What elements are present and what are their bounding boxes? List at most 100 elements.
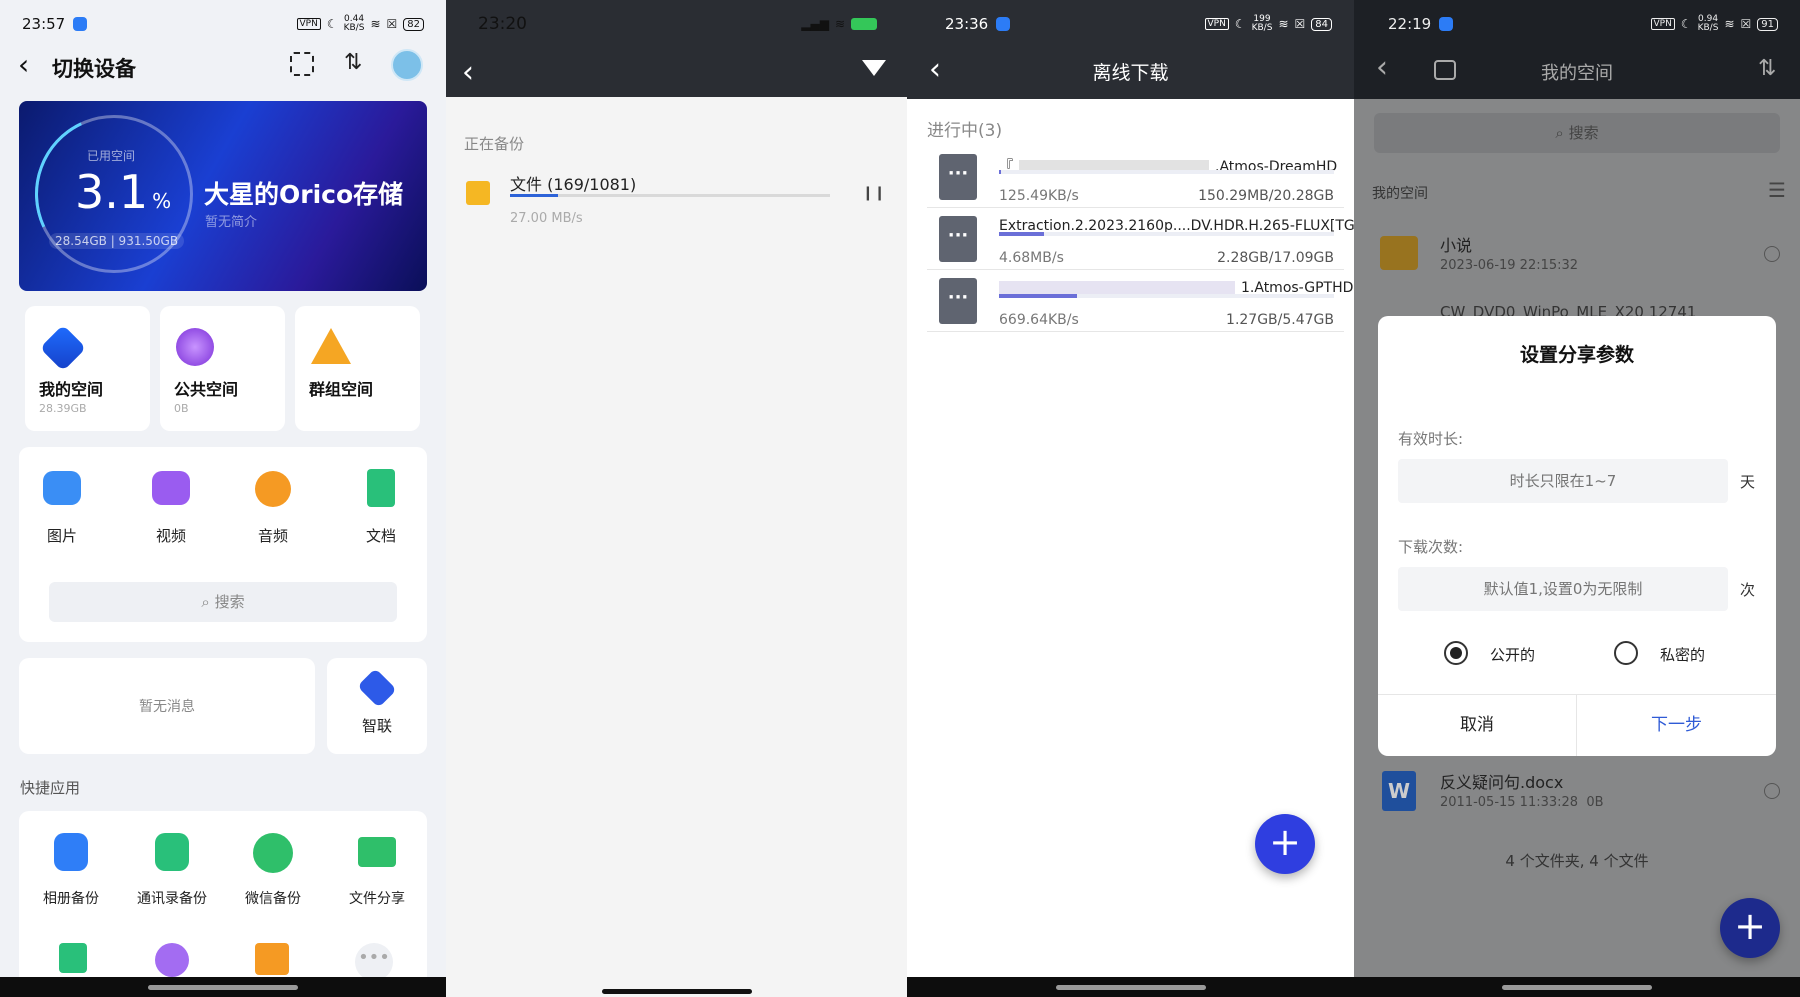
- photos-label: 图片: [46, 527, 77, 545]
- public-radio[interactable]: [1444, 641, 1468, 665]
- folder-name: 小说: [1440, 236, 1473, 255]
- sim-icon: ☒: [1740, 17, 1752, 31]
- documents-label: 文档: [365, 527, 396, 545]
- download-speed: 125.49KB/s: [999, 188, 1079, 204]
- clean-icon[interactable]: [155, 943, 189, 977]
- list-item[interactable]: 小说 2023-06-19 22:15:32: [1354, 222, 1800, 288]
- documents-icon[interactable]: [367, 469, 395, 507]
- back-icon[interactable]: ‹: [462, 55, 474, 90]
- zhilian-card[interactable]: 智联: [327, 658, 427, 754]
- avatar[interactable]: [391, 49, 423, 81]
- wifi-icon: ≋: [834, 17, 845, 31]
- zhilian-icon: [357, 668, 397, 708]
- moon-icon: ☾: [326, 17, 338, 31]
- net-speed: 0.94 KB/S: [1697, 14, 1719, 33]
- vpn-badge: VPN: [1650, 18, 1675, 30]
- public-space-card[interactable]: 公共空间 0B: [160, 306, 285, 431]
- contacts-backup-icon[interactable]: [155, 833, 189, 871]
- phone-backup-screen: 23:20 ▂▄▆ ≋ ‹ 正在备份 文件 (169/1081) ❙❙ 27.0…: [446, 0, 907, 997]
- sort-icon[interactable]: ⇅: [1758, 56, 1776, 81]
- search-placeholder: 搜索: [214, 593, 245, 611]
- file-share-icon[interactable]: [358, 837, 396, 867]
- select-radio[interactable]: [1764, 783, 1780, 799]
- section-in-progress: 进行中(3): [927, 121, 1003, 141]
- download-icon[interactable]: [255, 943, 289, 975]
- video-icon[interactable]: [152, 471, 190, 505]
- wechat-backup-icon[interactable]: [253, 833, 293, 873]
- storage-banner[interactable]: 已用空间 3.1% 28.54GB | 931.50GB 大星的Orico存储 …: [12, 92, 427, 296]
- sim-icon: ☒: [1294, 17, 1306, 31]
- net-speed: 0.44 KB/S: [343, 14, 365, 33]
- search-bar[interactable]: ⌕ 搜索: [1374, 113, 1780, 153]
- contacts-backup-label: 通讯录备份: [137, 891, 207, 907]
- phone-my-space-screen: 22:19 VPN ☾ 0.94 KB/S ≋ ☒ 91 ‹ 我的空间 ⇅ ⌕ 搜…: [1354, 0, 1800, 997]
- cancel-button[interactable]: 取消: [1378, 694, 1576, 756]
- download-item[interactable]: ··· 『.Atmos-DreamHD 125.49KB/s 150.29MB/…: [927, 146, 1344, 208]
- status-bar: 22:19 VPN ☾ 0.94 KB/S ≋ ☒ 91: [1354, 0, 1800, 48]
- page-title: 我的空间: [1541, 63, 1613, 84]
- file-icon: ···: [939, 216, 977, 262]
- status-time: 23:20: [478, 14, 527, 34]
- album-backup-icon[interactable]: [54, 833, 88, 871]
- add-button[interactable]: +: [1720, 898, 1780, 958]
- doc-name: 反义疑问句.docx: [1440, 773, 1564, 792]
- capacity-text: 28.54GB | 931.50GB: [49, 233, 185, 249]
- quick-apps-panel: 相册备份 通讯录备份 微信备份 文件分享 •••: [19, 811, 427, 997]
- breadcrumb[interactable]: 我的空间: [1372, 183, 1428, 203]
- doc-meta: 2011-05-15 11:33:28 0B: [1440, 795, 1604, 810]
- download-size: 150.29MB/20.28GB: [1198, 188, 1334, 204]
- section-backing-up: 正在备份: [464, 135, 525, 153]
- moon-icon: ☾: [1680, 17, 1692, 31]
- my-space-icon: [39, 324, 87, 372]
- used-space-label: 已用空间: [87, 149, 136, 163]
- download-count-input[interactable]: [1398, 567, 1728, 611]
- group-space-card[interactable]: 群组空间: [295, 306, 420, 431]
- duration-input[interactable]: [1398, 459, 1728, 503]
- home-indicator: [446, 977, 907, 997]
- folder-date: 2023-06-19 22:15:32: [1440, 258, 1579, 273]
- home-indicator: [907, 977, 1354, 997]
- sort-icon[interactable]: ⇅: [344, 50, 362, 75]
- wifi-icon: ≋: [370, 17, 381, 31]
- app-lock-icon[interactable]: [59, 943, 87, 973]
- home-indicator: [0, 977, 446, 997]
- message-card[interactable]: 暂无消息: [19, 658, 315, 754]
- album-backup-label: 相册备份: [43, 891, 99, 907]
- pause-icon[interactable]: ❙❙: [862, 185, 885, 201]
- download-item[interactable]: ··· 1.Atmos-GPTHD 669.64KB/s 1.27GB/5.47…: [927, 270, 1353, 332]
- duration-label: 有效时长:: [1398, 430, 1464, 448]
- filter-icon[interactable]: [862, 60, 886, 76]
- public-space-label: 公共空间: [174, 380, 239, 399]
- search-bar[interactable]: ⌕ 搜索: [49, 582, 397, 622]
- my-space-card[interactable]: 我的空间 28.39GB: [25, 306, 150, 431]
- list-view-icon[interactable]: ☰: [1768, 178, 1786, 202]
- download-progress: [999, 170, 1334, 174]
- add-download-button[interactable]: +: [1255, 814, 1315, 874]
- page-title: 切换设备: [52, 57, 136, 81]
- select-radio[interactable]: [1764, 246, 1780, 262]
- more-icon[interactable]: •••: [355, 943, 393, 981]
- zhilian-label: 智联: [361, 717, 392, 735]
- back-icon[interactable]: ‹: [18, 48, 29, 81]
- list-item[interactable]: W 反义疑问句.docx 2011-05-15 11:33:28 0B: [1354, 759, 1800, 825]
- photos-icon[interactable]: [43, 471, 81, 505]
- private-radio[interactable]: [1614, 641, 1638, 665]
- scan-icon[interactable]: [290, 52, 314, 76]
- file-icon: ···: [939, 278, 977, 324]
- folder-icon: [466, 181, 490, 205]
- count-unit: 次: [1740, 581, 1756, 599]
- category-panel: 图片 视频 音频 文档 ⌕ 搜索: [19, 447, 427, 642]
- phone-offline-download-screen: 23:36 VPN ☾ 199 KB/S ≋ ☒ 84 ‹ 离线下载 进行中(3)…: [907, 0, 1354, 997]
- wifi-icon: ≋: [1724, 17, 1735, 31]
- next-button[interactable]: 下一步: [1577, 694, 1776, 756]
- sim-icon: ☒: [386, 17, 398, 31]
- download-progress: [999, 232, 1334, 236]
- folder-icon: [1380, 236, 1418, 270]
- no-message-text: 暂无消息: [139, 699, 195, 715]
- net-speed: 199 KB/S: [1251, 14, 1273, 33]
- audio-icon[interactable]: [255, 471, 291, 507]
- phone-home-screen: 23:57 VPN ☾ 0.44 KB/S ≋ ☒ 82 ‹ 切换设备 ⇅ 已用空…: [0, 0, 446, 997]
- download-item[interactable]: ··· Extraction.2.2023.2160p....DV.HDR.H.…: [927, 208, 1354, 270]
- vpn-badge: VPN: [1204, 18, 1229, 30]
- duration-unit: 天: [1740, 473, 1756, 491]
